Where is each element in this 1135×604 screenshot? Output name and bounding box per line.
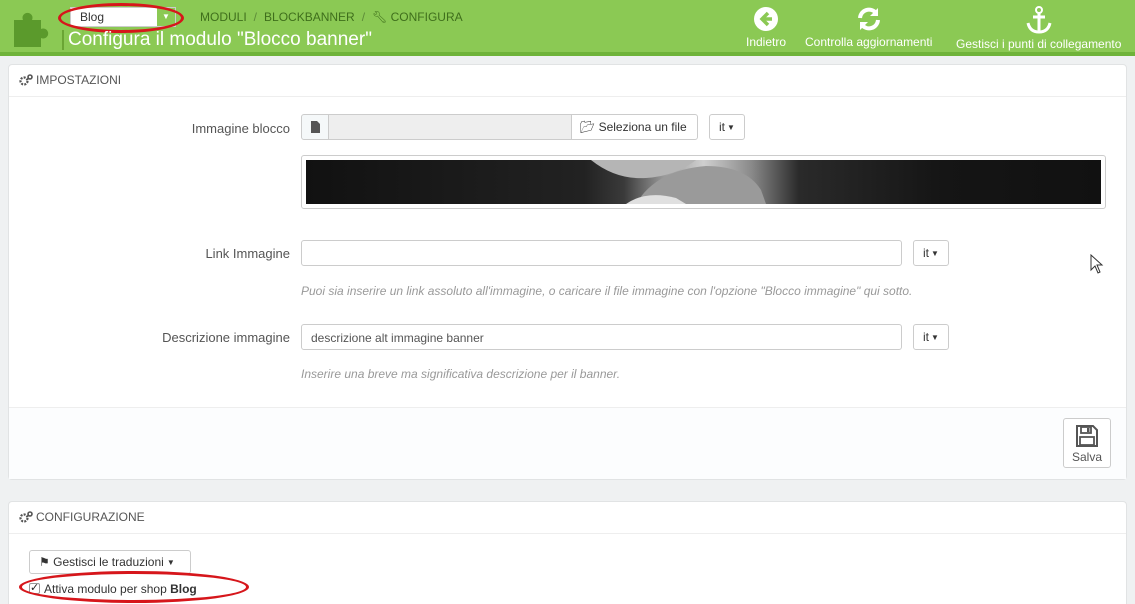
link-help-text: Puoi sia inserire un link assoluto all'i… [301, 284, 913, 298]
image-language-selector[interactable]: it ▼ [709, 114, 745, 140]
save-button-label: Salva [1071, 450, 1103, 464]
banner-image [306, 160, 1101, 204]
settings-panel-heading: IMPOSTAZIONI [9, 65, 1126, 97]
select-file-button[interactable]: 📂︎ Seleziona un file [571, 114, 698, 140]
check-updates-label: Controlla aggiornamenti [805, 35, 933, 49]
description-language-selector[interactable]: it ▼ [913, 324, 949, 350]
flag-icon: ⚑ [39, 555, 50, 569]
description-input[interactable]: descrizione alt immagine banner [301, 324, 902, 350]
puzzle-logo-icon [14, 12, 49, 48]
link-language-value: it [923, 246, 929, 260]
select-file-label: Seleziona un file [598, 120, 687, 134]
description-language-value: it [923, 330, 929, 344]
annotation-circle-activate [19, 571, 249, 603]
check-updates-button[interactable]: Controlla aggiornamenti [805, 6, 932, 49]
banner-preview [301, 155, 1106, 209]
caret-down-icon: ▼ [931, 249, 939, 258]
link-input[interactable] [301, 240, 902, 266]
settings-panel-title: IMPOSTAZIONI [36, 73, 122, 87]
title-divider [62, 30, 64, 50]
toolbar-header: Blog ▼ MODULI / BLOCKBANNER / 🔧︎ CONFIGURA C… [0, 0, 1135, 56]
back-button-label: Indietro [746, 35, 787, 49]
caret-down-icon: ▼ [166, 558, 175, 567]
breadcrumb-item-configure: CONFIGURA [390, 10, 463, 24]
caret-down-icon: ▼ [931, 333, 939, 342]
settings-panel-footer: Salva [9, 407, 1126, 479]
description-label: Descrizione immagine [162, 330, 290, 345]
manage-translations-label: Gestisci le traduzioni [53, 555, 164, 569]
banner-face-shape [591, 160, 766, 204]
breadcrumb-item-modules[interactable]: MODULI [200, 10, 247, 24]
mouse-cursor-icon [1090, 254, 1104, 274]
save-button[interactable]: Salva [1063, 418, 1111, 468]
wrench-icon: 🔧︎ [372, 10, 388, 24]
folder-open-icon: 📂︎ [580, 120, 596, 134]
cogs-icon [19, 74, 33, 86]
link-language-selector[interactable]: it ▼ [913, 240, 949, 266]
page-title: Configura il modulo "Blocco banner" [68, 29, 372, 50]
breadcrumb-item-blockbanner[interactable]: BLOCKBANNER [264, 10, 355, 24]
settings-panel: IMPOSTAZIONI Immagine blocco 📂︎ Selezion… [8, 64, 1127, 480]
configuration-panel-heading: CONFIGURAZIONE [9, 502, 1126, 534]
cogs-icon [19, 511, 33, 523]
link-label: Link Immagine [205, 246, 290, 261]
configuration-panel-title: CONFIGURAZIONE [36, 510, 145, 524]
breadcrumb: MODULI / BLOCKBANNER / 🔧︎ CONFIGURA [200, 10, 463, 24]
description-help-text: Inserire una breve ma significativa desc… [301, 367, 621, 381]
manage-hooks-button[interactable]: Gestisci i punti di collegamento [956, 6, 1121, 51]
file-icon-box [301, 114, 329, 140]
file-name-input[interactable] [328, 114, 572, 140]
caret-down-icon: ▼ [727, 123, 735, 132]
file-icon [311, 121, 320, 133]
image-language-value: it [719, 120, 725, 134]
refresh-icon [857, 7, 880, 31]
arrow-left-circle-icon [754, 7, 779, 31]
back-button[interactable]: Indietro [746, 6, 786, 49]
image-label: Immagine blocco [191, 121, 290, 136]
save-icon [1076, 425, 1098, 447]
manage-hooks-label: Gestisci i punti di collegamento [956, 37, 1122, 51]
anchor-icon [1026, 6, 1052, 34]
